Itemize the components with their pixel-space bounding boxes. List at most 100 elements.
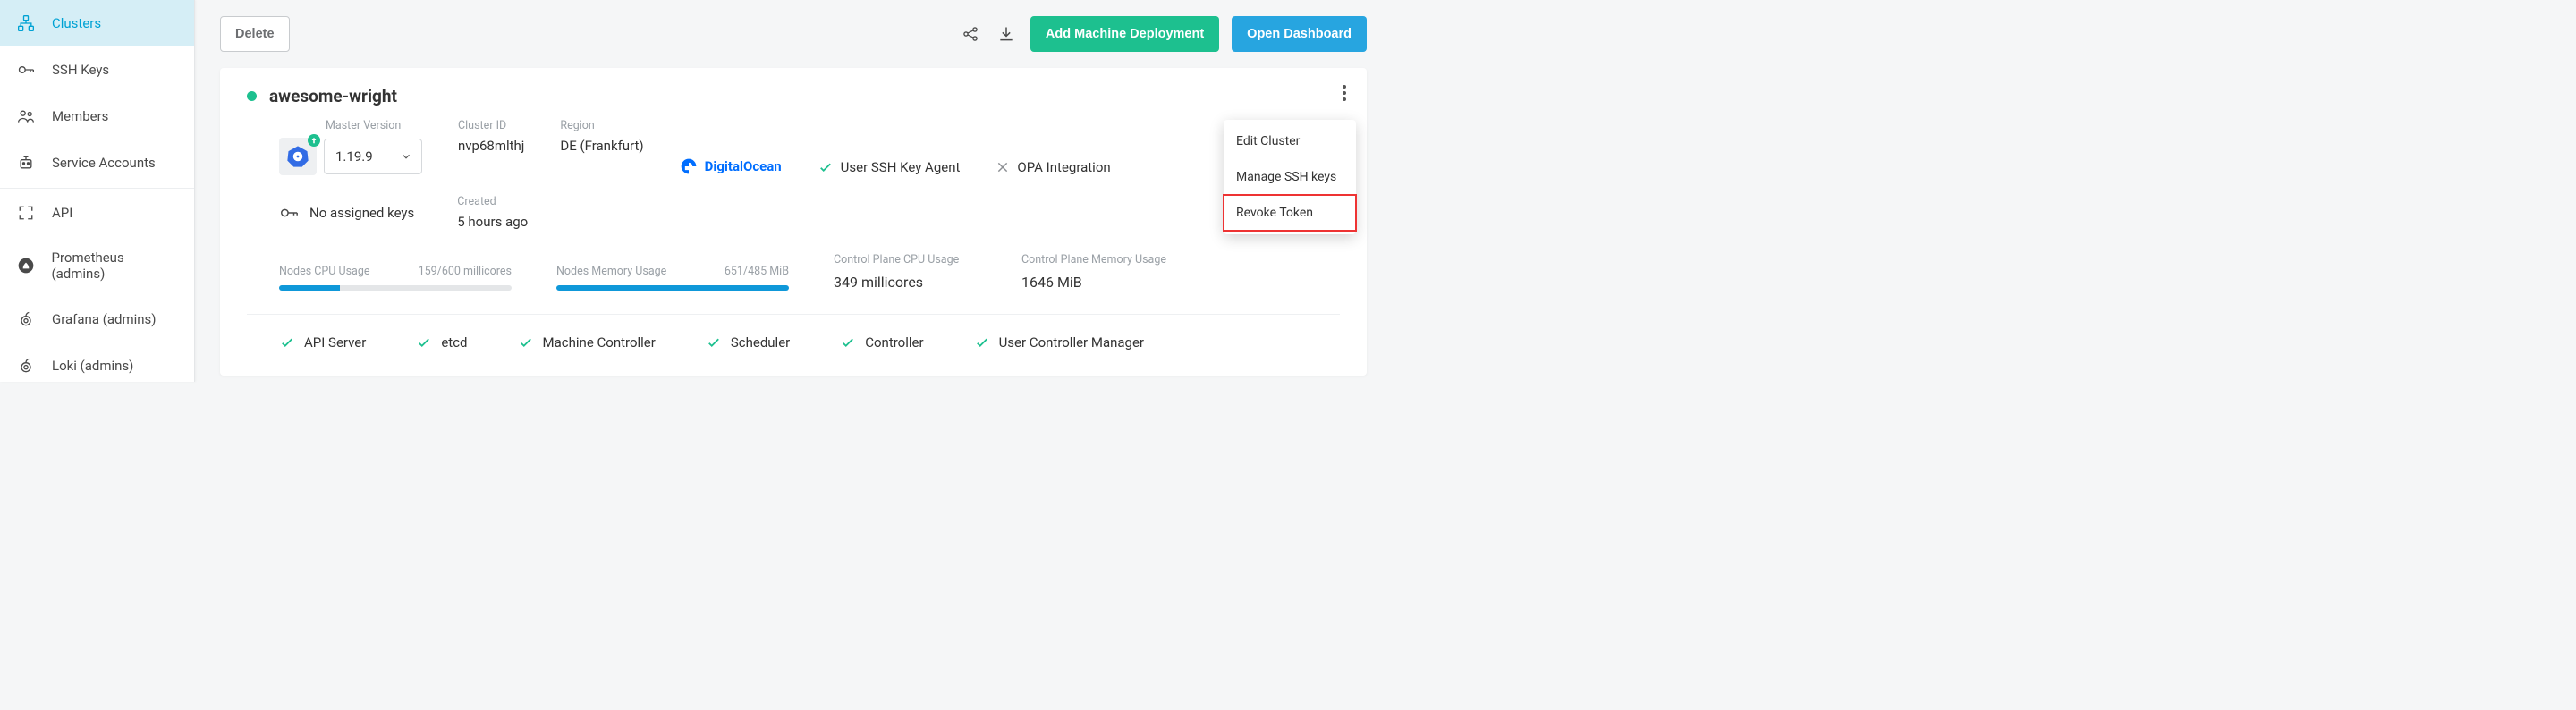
components-row: API Server etcd Machine Controller Sched… [247, 314, 1340, 351]
created-label: Created [457, 195, 528, 208]
version-value: 1.19.9 [335, 148, 373, 165]
sidebar-item-prometheus[interactable]: Prometheus (admins) [0, 235, 194, 296]
cluster-card: awesome-wright Master Version [220, 68, 1367, 376]
cluster-name: awesome-wright [269, 86, 397, 106]
sidebar-item-members[interactable]: Members [0, 93, 194, 139]
clusters-icon [16, 14, 36, 32]
menu-edit-cluster[interactable]: Edit Cluster [1224, 123, 1356, 159]
metric-value: 651/485 MiB [724, 265, 789, 278]
metric-value: 349 millicores [834, 274, 977, 291]
created-value: 5 hours ago [457, 214, 528, 230]
x-icon [996, 160, 1010, 174]
provider: DigitalOcean [680, 157, 782, 175]
created: Created 5 hours ago [457, 195, 528, 230]
download-icon[interactable] [995, 25, 1018, 43]
component-label: Machine Controller [543, 334, 656, 351]
check-icon [840, 334, 856, 351]
component-label: Scheduler [731, 334, 790, 351]
sidebar-item-ssh-keys[interactable]: SSH Keys [0, 46, 194, 93]
sidebar-item-label: Members [52, 108, 108, 124]
nodes-cpu-metric: Nodes CPU Usage 159/600 millicores [279, 265, 512, 291]
members-icon [16, 107, 36, 125]
component-user-controller-manager: User Controller Manager [974, 334, 1144, 351]
cp-memory-metric: Control Plane Memory Usage 1646 MiB [1021, 253, 1200, 291]
opa-label: OPA Integration [1017, 159, 1110, 175]
open-dashboard-button[interactable]: Open Dashboard [1232, 16, 1367, 52]
cp-cpu-metric: Control Plane CPU Usage 349 millicores [834, 253, 977, 291]
more-menu-button[interactable] [1342, 84, 1347, 102]
provider-name: DigitalOcean [705, 158, 782, 174]
metric-value: 159/600 millicores [419, 265, 512, 278]
component-controller: Controller [840, 334, 923, 351]
metric-label: Control Plane Memory Usage [1021, 253, 1166, 266]
main: Delete Add Machine Deployment Open Dashb… [195, 0, 1388, 382]
sidebar-item-label: SSH Keys [52, 62, 109, 78]
grafana-icon [16, 310, 36, 328]
toolbar: Delete Add Machine Deployment Open Dashb… [220, 16, 1367, 52]
component-scheduler: Scheduler [706, 334, 790, 351]
region-label: Region [560, 119, 643, 132]
check-icon [818, 159, 834, 175]
sidebar-item-label: Service Accounts [52, 155, 156, 171]
ssh-agent-label: User SSH Key Agent [841, 159, 961, 175]
check-icon [974, 334, 990, 351]
key-icon [16, 61, 36, 79]
progress-bar [556, 285, 789, 291]
expand-icon [16, 205, 36, 221]
delete-button[interactable]: Delete [220, 16, 290, 52]
component-label: API Server [304, 334, 366, 351]
sidebar-item-clusters[interactable]: Clusters [0, 0, 194, 46]
sidebar-divider [0, 188, 194, 189]
add-deployment-button[interactable]: Add Machine Deployment [1030, 16, 1219, 52]
metric-label: Control Plane CPU Usage [834, 253, 959, 266]
sidebar-item-label: Clusters [52, 15, 101, 31]
component-label: etcd [441, 334, 467, 351]
metric-label: Nodes CPU Usage [279, 265, 370, 278]
region: Region DE (Frankfurt) [560, 119, 643, 154]
master-version: Master Version 1.19.9 [279, 119, 422, 175]
check-icon [279, 334, 295, 351]
metric-value: 1646 MiB [1021, 274, 1200, 291]
cluster-id: Cluster ID nvp68mlthj [458, 119, 524, 154]
sidebar-item-label: Grafana (admins) [52, 311, 157, 327]
sidebar-item-label: Loki (admins) [52, 358, 133, 374]
check-icon [518, 334, 534, 351]
sidebar-item-label: Prometheus (admins) [52, 249, 179, 282]
chevron-down-icon [400, 150, 412, 163]
kubernetes-icon [279, 138, 317, 175]
version-select[interactable]: 1.19.9 [324, 139, 422, 174]
sidebar-item-label: API [52, 205, 72, 221]
assigned-keys: No assigned keys [279, 203, 414, 223]
loki-icon [16, 357, 36, 375]
cluster-id-value: nvp68mlthj [458, 138, 524, 154]
component-api-server: API Server [279, 334, 366, 351]
digitalocean-icon [680, 157, 698, 175]
sidebar-item-grafana[interactable]: Grafana (admins) [0, 296, 194, 342]
prometheus-icon [16, 257, 36, 275]
cluster-actions-menu: Edit Cluster Manage SSH keys Revoke Toke… [1224, 120, 1356, 234]
opa-feature: OPA Integration [996, 159, 1110, 175]
region-value: DE (Frankfurt) [560, 138, 643, 154]
check-icon [416, 334, 432, 351]
metric-label: Nodes Memory Usage [556, 265, 666, 278]
sidebar-item-loki[interactable]: Loki (admins) [0, 342, 194, 389]
menu-revoke-token[interactable]: Revoke Token [1224, 195, 1356, 231]
sidebar-item-service-accounts[interactable]: Service Accounts [0, 139, 194, 186]
ssh-agent-feature: User SSH Key Agent [818, 159, 961, 175]
component-label: User Controller Manager [999, 334, 1144, 351]
sidebar-item-api[interactable]: API [0, 190, 194, 235]
master-version-label: Master Version [326, 119, 422, 132]
upgrade-badge-icon [308, 134, 320, 147]
share-icon[interactable] [959, 25, 982, 43]
cluster-id-label: Cluster ID [458, 119, 524, 132]
nodes-memory-metric: Nodes Memory Usage 651/485 MiB [556, 265, 789, 291]
sidebar: Clusters SSH Keys Members Service Accoun… [0, 0, 195, 382]
status-dot [247, 91, 257, 101]
progress-bar [279, 285, 512, 291]
key-icon [279, 203, 299, 223]
assigned-keys-label: No assigned keys [309, 205, 414, 221]
component-label: Controller [865, 334, 923, 351]
component-machine-controller: Machine Controller [518, 334, 656, 351]
menu-manage-ssh-keys[interactable]: Manage SSH keys [1224, 159, 1356, 195]
check-icon [706, 334, 722, 351]
